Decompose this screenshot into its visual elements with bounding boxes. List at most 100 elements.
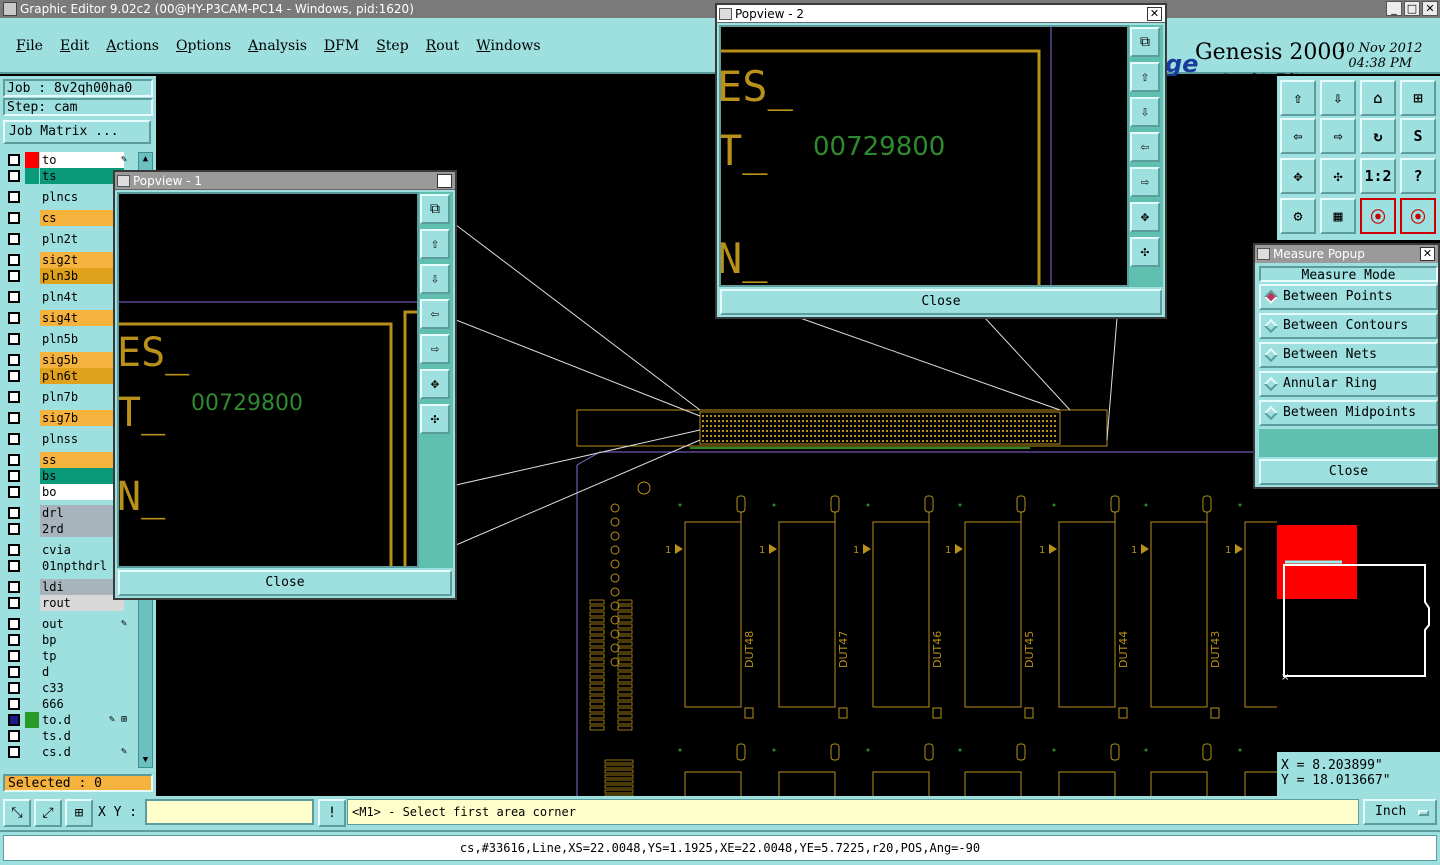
layer-checkbox[interactable] — [8, 254, 20, 266]
layer-row-01npthdrl[interactable]: 01npthdrl — [3, 558, 127, 574]
layer-color-swatch[interactable] — [25, 189, 39, 205]
layer-checkbox[interactable] — [8, 682, 20, 694]
layer-name[interactable]: sig4t — [40, 310, 124, 326]
layer-row-ss[interactable]: ss — [3, 452, 127, 468]
layer-color-swatch[interactable] — [25, 648, 39, 664]
layer-name[interactable]: drl — [40, 505, 124, 521]
layer-checkbox[interactable] — [8, 650, 20, 662]
layer-checkbox[interactable] — [8, 470, 20, 482]
layer-name[interactable]: sig2t — [40, 252, 124, 268]
layer-row-drl[interactable]: drl — [3, 505, 127, 521]
layer-checkbox[interactable] — [8, 212, 20, 224]
layer-color-swatch[interactable] — [25, 252, 39, 268]
layer-name[interactable]: to — [40, 152, 124, 168]
layer-color-swatch[interactable] — [25, 558, 39, 574]
layer-checkbox[interactable] — [8, 730, 20, 742]
layer-name[interactable]: plnss — [40, 431, 124, 447]
measure-option-between-points[interactable]: Between Points — [1259, 284, 1438, 310]
layer-name[interactable]: tp — [40, 648, 124, 664]
popview-2-titlebar[interactable]: Popview - 2 ✕ — [717, 5, 1165, 23]
layer-row-to[interactable]: to ✎ — [3, 152, 127, 168]
popview-2-close-icon[interactable]: ✕ — [1147, 7, 1162, 21]
layer-name[interactable]: plncs — [40, 189, 124, 205]
layer-row-bs[interactable]: bs — [3, 468, 127, 484]
layer-color-swatch[interactable] — [25, 680, 39, 696]
layer-row-tp[interactable]: tp — [3, 648, 127, 664]
layer-color-swatch[interactable] — [25, 331, 39, 347]
layers-active-icon[interactable]: ⦿ — [1400, 198, 1436, 234]
layer-row-pln5b[interactable]: pln5b — [3, 331, 127, 347]
layer-name[interactable]: ts — [40, 168, 124, 184]
xy-input[interactable] — [145, 799, 314, 825]
layer-row-d[interactable]: d — [3, 664, 127, 680]
popview-1-pan-right-icon[interactable]: ⇨ — [420, 334, 450, 364]
menu-step[interactable]: Step — [376, 38, 408, 54]
layer-row-666[interactable]: 666 — [3, 696, 127, 712]
layer-name[interactable]: bo — [40, 484, 124, 500]
layer-checkbox[interactable] — [8, 581, 20, 593]
popview-2-zoom-window-icon[interactable]: ⧉ — [1130, 27, 1160, 57]
measure-close-icon[interactable]: ✕ — [1420, 247, 1435, 261]
menu-analysis[interactable]: Analysis — [248, 38, 307, 54]
layer-row-ldi[interactable]: ldi — [3, 579, 127, 595]
layer-row-sig7b[interactable]: sig7b — [3, 410, 127, 426]
scroll-down-arrow-icon[interactable]: ▼ — [140, 755, 151, 766]
measure-option-between-contours[interactable]: Between Contours — [1259, 313, 1438, 339]
popview-2-view[interactable]: ES_ T_ N_ 00729800 — [719, 25, 1129, 287]
layer-checkbox[interactable] — [8, 486, 20, 498]
layer-row-cvia[interactable]: cvia — [3, 542, 127, 558]
layer-checkbox[interactable] — [8, 507, 20, 519]
layer-color-swatch[interactable] — [25, 231, 39, 247]
layer-checkbox[interactable] — [8, 354, 20, 366]
popview-1-view[interactable]: ES_ T_ N_ 00729800 — [117, 192, 419, 568]
scale-one-to-two-icon[interactable]: 1:2 — [1360, 158, 1396, 194]
layer-checkbox[interactable] — [8, 191, 20, 203]
layer-color-swatch[interactable] — [25, 664, 39, 680]
help-icon[interactable]: ? — [1400, 158, 1436, 194]
pan-right-icon[interactable]: ⇨ — [1320, 118, 1356, 154]
layer-row-2rd[interactable]: 2rd — [3, 521, 127, 537]
layer-row-sig4t[interactable]: sig4t — [3, 310, 127, 326]
layer-name[interactable]: ts.d — [40, 728, 124, 744]
menu-dfm[interactable]: DFM — [324, 38, 359, 54]
layer-row-bo[interactable]: bo — [3, 484, 127, 500]
layer-name[interactable]: bp — [40, 632, 124, 648]
layer-checkbox[interactable] — [8, 698, 20, 710]
layer-row-sig5b[interactable]: sig5b — [3, 352, 127, 368]
layer-color-swatch[interactable] — [25, 152, 39, 168]
layer-name[interactable]: cs — [40, 210, 124, 226]
layer-name[interactable]: 01npthdrl — [40, 558, 124, 574]
popview-1-close-icon[interactable]: ✕ — [437, 174, 452, 188]
layers-red-icon[interactable]: ⦿ — [1360, 198, 1396, 234]
layer-name[interactable]: pln5b — [40, 331, 124, 347]
layer-name[interactable]: sig5b — [40, 352, 124, 368]
layer-color-swatch[interactable] — [25, 452, 39, 468]
layer-name[interactable]: pln4t — [40, 289, 124, 305]
layer-row-to.d[interactable]: to.d ✎ ⊞ — [3, 712, 127, 728]
overview-map[interactable]: × — [1277, 490, 1440, 752]
layer-name[interactable]: pln6t — [40, 368, 124, 384]
layer-checkbox[interactable] — [8, 618, 20, 630]
layer-row-pln6t[interactable]: pln6t — [3, 368, 127, 384]
layer-color-swatch[interactable] — [25, 579, 39, 595]
layer-row-cs[interactable]: cs — [3, 210, 127, 226]
redraw-icon[interactable]: ↻ — [1360, 118, 1396, 154]
layer-row-sig2t[interactable]: sig2t — [3, 252, 127, 268]
layer-row-rout[interactable]: rout — [3, 595, 127, 611]
tools-icon[interactable]: ⚙ — [1280, 198, 1316, 234]
measure-ruler-icon[interactable]: ⤢ — [34, 799, 62, 827]
layer-row-ts.d[interactable]: ts.d — [3, 728, 127, 744]
layer-name[interactable]: ldi — [40, 579, 124, 595]
close-window-button[interactable]: ✕ — [1422, 1, 1438, 16]
job-matrix-button[interactable]: Job Matrix ... — [3, 120, 151, 144]
popview-1-zoom-in-icon[interactable]: ✥ — [420, 369, 450, 399]
zoom-window-icon[interactable]: ⊞ — [1400, 80, 1436, 116]
menu-options[interactable]: Options — [176, 38, 231, 54]
measure-option-between-nets[interactable]: Between Nets — [1259, 342, 1438, 368]
layer-name[interactable]: 666 — [40, 696, 124, 712]
layer-checkbox[interactable] — [8, 454, 20, 466]
layer-row-plncs[interactable]: plncs — [3, 189, 127, 205]
layer-name[interactable]: out — [40, 616, 124, 632]
popview-1-pan-left-icon[interactable]: ⇦ — [420, 299, 450, 329]
measure-close-button[interactable]: Close — [1259, 459, 1438, 485]
